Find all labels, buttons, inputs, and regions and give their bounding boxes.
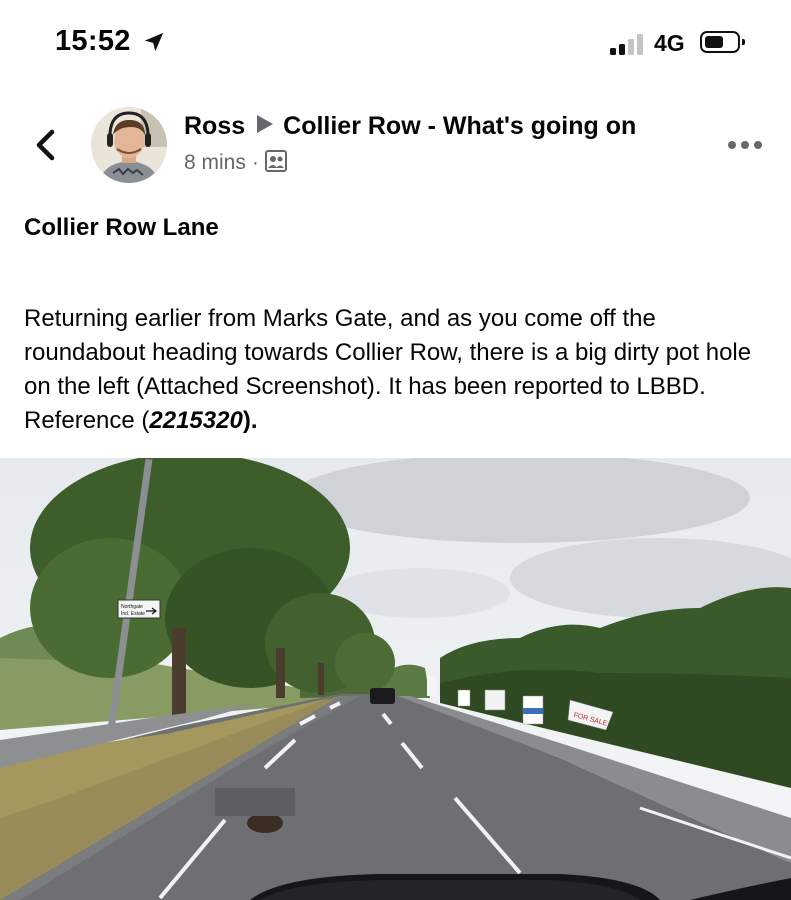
post-body-text: Returning earlier from Marks Gate, and a… [24,305,752,434]
reference-number: 2215320 [149,407,243,434]
status-time: 15:52 [55,25,131,57]
post-title: Collier Row Lane [24,214,219,241]
group-name[interactable]: Collier Row - What's going on [283,112,636,140]
avatar[interactable] [91,107,167,183]
sign-text-1: Northgate [121,604,143,610]
network-type: 4G [654,30,685,56]
author-name[interactable]: Ross [184,112,245,140]
more-options-icon[interactable] [727,138,763,152]
cellular-signal-icon [610,33,646,55]
back-chevron-icon[interactable] [30,127,60,163]
triangle-right-icon [257,115,274,133]
status-bar: 15:52 4G [0,0,791,88]
post-meta: 8 mins · [184,150,287,175]
battery-icon [700,31,745,53]
post-photo[interactable]: FOR SALE Northgate Ind. Estate [0,458,791,900]
meta-separator: · [251,151,259,174]
author-line: Ross Collier Row - What's going on [184,112,636,141]
post-header: Ross Collier Row - What's going on 8 mins… [0,100,791,190]
location-arrow-icon [144,32,164,52]
post-body-tail: ). [242,407,258,434]
group-audience-icon [264,150,287,172]
post-body: Returning earlier from Marks Gate, and a… [24,302,769,438]
post-time[interactable]: 8 mins [184,151,246,174]
sign-text-2: Ind. Estate [121,611,145,617]
